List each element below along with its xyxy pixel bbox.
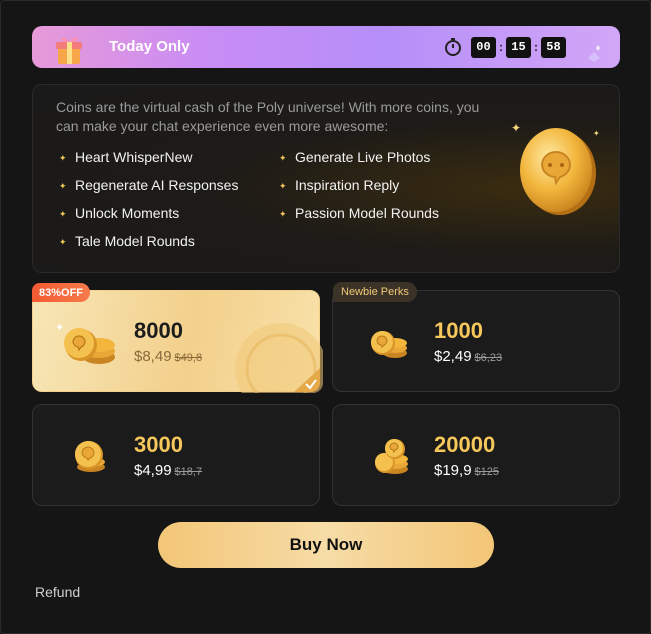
sparkle-icon: ✦ <box>59 153 67 163</box>
package-card-8000[interactable]: 83%OFF ✦ 8000 $8,49 $49,8 <box>32 283 323 393</box>
countdown-timer: 00 : 15 : 58 <box>443 36 566 58</box>
promo-banner: Today Only 00 : 15 : 58 <box>32 26 620 68</box>
coin-stack-icon <box>64 328 115 364</box>
current-price: $8,49 <box>134 348 172 365</box>
timer-minutes: 15 <box>506 36 531 58</box>
coin-purchase-dialog: Today Only 00 : 15 : 58 Coins are the vi… <box>0 0 651 634</box>
sparkle-icon: ✦ <box>279 181 287 191</box>
sparkle-decoration-icon <box>588 45 600 62</box>
current-price: $19,9 <box>434 462 472 479</box>
sparkle-icon: ✦ <box>279 209 287 219</box>
newbie-badge: Newbie Perks <box>333 282 417 302</box>
gift-icon <box>56 37 82 64</box>
price-row: $19,9 $125 <box>434 462 499 479</box>
original-price: $18,7 <box>174 466 203 478</box>
package-card-20000[interactable]: 20000 $19,9 $125 <box>332 404 620 506</box>
feature-item: ✦ Unlock Moments <box>59 205 179 221</box>
timer-seconds: 58 <box>541 36 566 58</box>
sparkle-icon: ✦ <box>59 209 67 219</box>
feature-item: ✦ Tale Model Rounds <box>59 233 195 249</box>
sparkle-icon: ✦ <box>279 153 287 163</box>
feature-item: ✦ Inspiration Reply <box>279 177 399 193</box>
check-icon <box>294 368 320 392</box>
feature-label: Inspiration Reply <box>295 177 400 193</box>
banner-title: Today Only <box>109 38 190 55</box>
feature-label: Generate Live Photos <box>295 149 431 165</box>
feature-item: ✦ Regenerate AI Responses <box>59 177 238 193</box>
original-price: $49,8 <box>174 352 203 364</box>
timer-hours: 00 <box>471 36 496 58</box>
feature-item: ✦ Passion Model Rounds <box>279 205 439 221</box>
feature-label: Regenerate AI Responses <box>75 177 239 193</box>
feature-label: Tale Model Rounds <box>75 233 195 249</box>
discount-badge: 83%OFF <box>32 283 91 302</box>
price-row: $2,49 $6,23 <box>434 348 502 365</box>
price-row: $4,99 $18,7 <box>134 462 202 479</box>
feature-label: Unlock Moments <box>75 205 180 221</box>
package-card-1000[interactable]: Newbie Perks 1000 $2,49 $6,23 <box>332 282 620 392</box>
coin-stack-icon <box>375 439 408 474</box>
sparkle-icon: ✦ <box>59 237 67 247</box>
coin-stack-icon <box>371 331 407 358</box>
feature-label: Heart WhisperNew <box>75 149 193 165</box>
package-card-3000[interactable]: 3000 $4,99 $18,7 <box>32 404 320 506</box>
feature-label: Passion Model Rounds <box>295 205 439 221</box>
sparkle-icon: ✦ <box>59 181 67 191</box>
refund-link[interactable]: Refund <box>35 584 80 600</box>
intro-text: Coins are the virtual cash of the Poly u… <box>56 99 480 134</box>
feature-item: ✦ Generate Live Photos <box>279 149 430 165</box>
big-coin-icon <box>520 128 596 215</box>
coin-amount: 20000 <box>434 432 496 457</box>
buy-now-button[interactable]: Buy Now <box>158 522 494 568</box>
timer-separator: : <box>534 40 538 54</box>
price-row: $8,49 $49,8 <box>134 348 202 365</box>
timer-separator: : <box>499 40 503 54</box>
original-price: $6,23 <box>474 352 503 364</box>
coin-amount: 1000 <box>434 318 483 343</box>
info-panel: Coins are the virtual cash of the Poly u… <box>32 84 620 273</box>
current-price: $2,49 <box>434 348 472 365</box>
current-price: $4,99 <box>134 462 172 479</box>
feature-item: ✦ Heart WhisperNew <box>59 149 192 165</box>
coin-amount: 3000 <box>134 432 183 457</box>
stopwatch-icon <box>445 38 461 56</box>
coin-stack-icon <box>75 441 105 472</box>
original-price: $125 <box>474 466 500 478</box>
coin-amount: 8000 <box>134 318 183 343</box>
